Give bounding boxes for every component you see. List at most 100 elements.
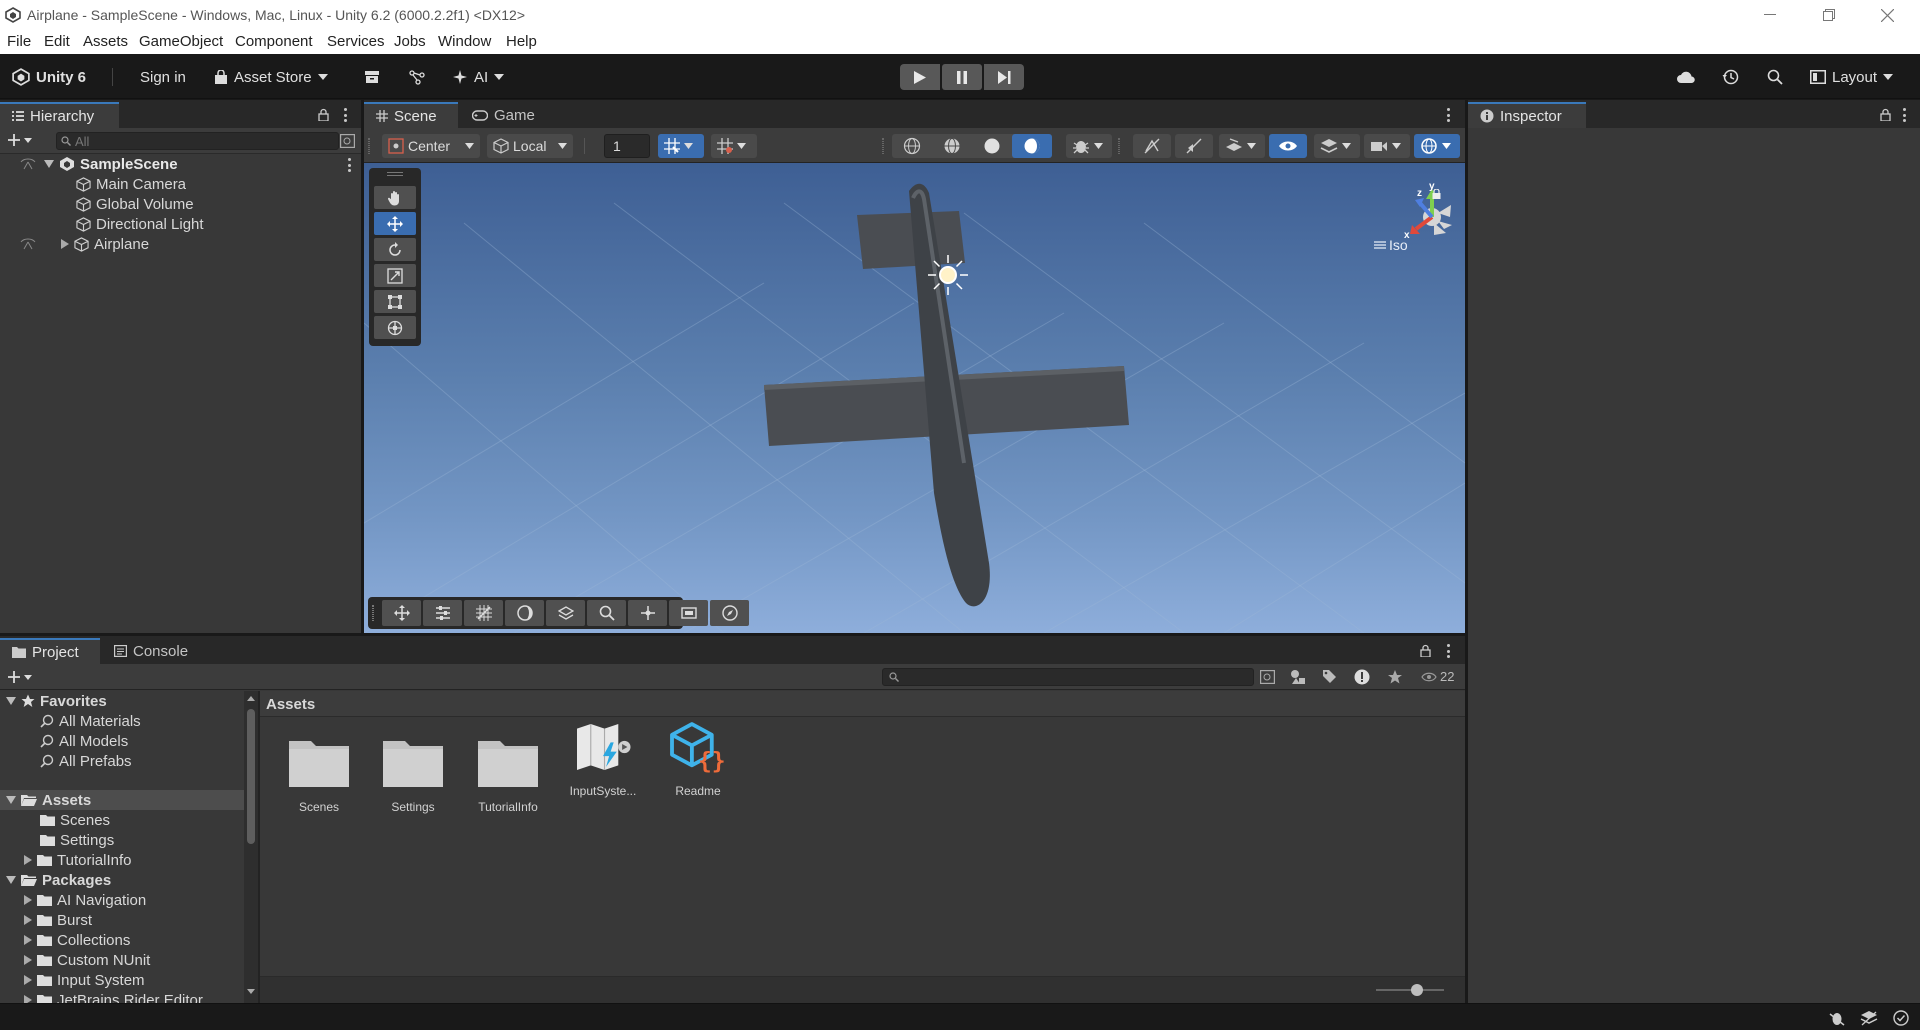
step-button[interactable]: [984, 64, 1024, 90]
overlay-move-button[interactable]: [382, 600, 421, 626]
menu-gameobject[interactable]: GameObject: [139, 33, 223, 50]
menu-component[interactable]: Component: [235, 33, 313, 50]
project-menu-icon[interactable]: [1446, 644, 1450, 658]
check-circle-icon[interactable]: [1893, 1010, 1909, 1026]
drag-handle[interactable]: [368, 138, 370, 154]
overlay-shading-button[interactable]: [505, 600, 544, 626]
warning-filter-icon[interactable]: [1354, 669, 1370, 685]
project-search-input[interactable]: [882, 668, 1254, 686]
package-jetbrains-rider[interactable]: JetBrains Rider Editor: [24, 990, 203, 1003]
search-button[interactable]: [1767, 65, 1783, 89]
scale-tool-button[interactable]: [374, 264, 416, 287]
expand-triangle-icon[interactable]: [61, 239, 69, 249]
minimize-button[interactable]: [1752, 3, 1788, 27]
tab-inspector[interactable]: Inspector: [1468, 102, 1586, 128]
assets-folder-header[interactable]: Assets: [6, 790, 91, 810]
lighting-toggle[interactable]: [1133, 134, 1171, 158]
tab-scene[interactable]: Scene: [364, 102, 458, 128]
asset-item-readme[interactable]: {} Readme: [653, 722, 743, 798]
search-scope-icon[interactable]: [340, 134, 355, 148]
version-control-button[interactable]: [408, 65, 426, 89]
label-tag-icon[interactable]: [1322, 669, 1337, 684]
overlay-sliders-button[interactable]: [423, 600, 462, 626]
drag-handle[interactable]: [1118, 138, 1120, 154]
packages-folder-header[interactable]: Packages: [6, 870, 111, 890]
pause-button[interactable]: [942, 64, 982, 90]
hierarchy-item-global-volume[interactable]: Global Volume: [76, 194, 194, 214]
scene-menu-icon[interactable]: [1446, 108, 1450, 122]
gizmos-dropdown[interactable]: [1414, 134, 1460, 158]
debug-draw-dropdown[interactable]: [1066, 134, 1112, 158]
menu-window[interactable]: Window: [438, 33, 491, 50]
inspector-menu-icon[interactable]: [1902, 108, 1906, 122]
overlay-snap-button[interactable]: [628, 600, 667, 626]
scrollbar-thumb[interactable]: [247, 709, 255, 844]
sign-in-button[interactable]: Sign in: [140, 65, 186, 89]
search-scope-icon[interactable]: [1260, 670, 1275, 684]
scene-menu-icon[interactable]: [347, 158, 351, 172]
package-custom-nunit[interactable]: Custom NUnit: [24, 950, 150, 970]
scene-viewport[interactable]: y z x Iso: [364, 163, 1465, 633]
lock-icon[interactable]: [1420, 644, 1431, 657]
drag-handle[interactable]: [372, 605, 374, 621]
hierarchy-item-main-camera[interactable]: Main Camera: [76, 174, 186, 194]
restore-button[interactable]: [1811, 3, 1847, 27]
create-asset-button[interactable]: [7, 670, 32, 684]
icon-size-slider-track[interactable]: [1376, 989, 1444, 991]
visibility-hidden-icon[interactable]: [20, 157, 36, 171]
tab-console[interactable]: Console: [102, 638, 200, 664]
camera-settings-dropdown[interactable]: [1364, 134, 1410, 158]
favorites-header[interactable]: Favorites: [6, 691, 107, 711]
scene-visibility-toggle[interactable]: [1269, 134, 1307, 158]
asset-item-scenes[interactable]: Scenes: [274, 735, 364, 814]
favorite-star-icon[interactable]: [1387, 669, 1403, 685]
menu-edit[interactable]: Edit: [44, 33, 70, 50]
asset-item-tutorialinfo[interactable]: TutorialInfo: [463, 735, 553, 814]
asset-folder-scenes[interactable]: Scenes: [40, 810, 110, 830]
move-tool-button[interactable]: [374, 212, 416, 235]
transform-tool-button[interactable]: [374, 316, 416, 339]
rect-tool-button[interactable]: [374, 290, 416, 313]
hierarchy-menu-icon[interactable]: [343, 108, 347, 122]
package-ai-navigation[interactable]: AI Navigation: [24, 890, 146, 910]
drag-handle[interactable]: [882, 138, 884, 154]
visibility-hidden-icon[interactable]: [20, 237, 36, 251]
splitter[interactable]: [1465, 100, 1468, 1003]
layers-dropdown[interactable]: [1314, 134, 1360, 158]
favorite-item-models[interactable]: All Models: [40, 731, 128, 751]
create-button[interactable]: [7, 133, 32, 147]
tab-hierarchy[interactable]: Hierarchy: [0, 102, 119, 128]
package-input-system[interactable]: Input System: [24, 970, 145, 990]
favorite-item-materials[interactable]: All Materials: [40, 711, 141, 731]
splitter[interactable]: [258, 691, 260, 1003]
scroll-up-icon[interactable]: [247, 696, 255, 701]
asset-item-inputsystem[interactable]: InputSyste...: [558, 724, 648, 798]
pivot-mode-dropdown[interactable]: Center: [382, 134, 480, 158]
icon-size-slider-thumb[interactable]: [1411, 984, 1423, 996]
ai-button[interactable]: AI: [452, 65, 505, 89]
package-manager-button[interactable]: [364, 65, 380, 89]
audio-toggle[interactable]: [1175, 134, 1213, 158]
drag-handle[interactable]: [387, 172, 403, 176]
unity-account-button[interactable]: Unity 6: [12, 65, 86, 89]
tab-game[interactable]: Game: [460, 102, 547, 128]
breadcrumb[interactable]: Assets: [260, 691, 1465, 717]
history-button[interactable]: [1722, 65, 1740, 89]
overlay-camera-button[interactable]: [669, 600, 708, 626]
shaded-button[interactable]: [972, 134, 1012, 158]
tab-project[interactable]: Project: [0, 638, 100, 664]
hand-tool-button[interactable]: [374, 186, 416, 209]
favorite-item-prefabs[interactable]: All Prefabs: [40, 751, 132, 771]
package-burst[interactable]: Burst: [24, 910, 92, 930]
expand-triangle-icon[interactable]: [44, 160, 54, 168]
debug-mode-icon[interactable]: [1828, 1010, 1846, 1026]
cloud-button[interactable]: [1676, 65, 1696, 89]
menu-services[interactable]: Services: [327, 33, 385, 50]
asset-folder-settings[interactable]: Settings: [40, 830, 114, 850]
menu-jobs[interactable]: Jobs: [394, 33, 426, 50]
menu-assets[interactable]: Assets: [83, 33, 128, 50]
scroll-down-icon[interactable]: [247, 989, 255, 994]
menu-file[interactable]: File: [7, 33, 31, 50]
asset-item-settings[interactable]: Settings: [368, 735, 458, 814]
hierarchy-item-airplane[interactable]: Airplane: [20, 234, 149, 254]
